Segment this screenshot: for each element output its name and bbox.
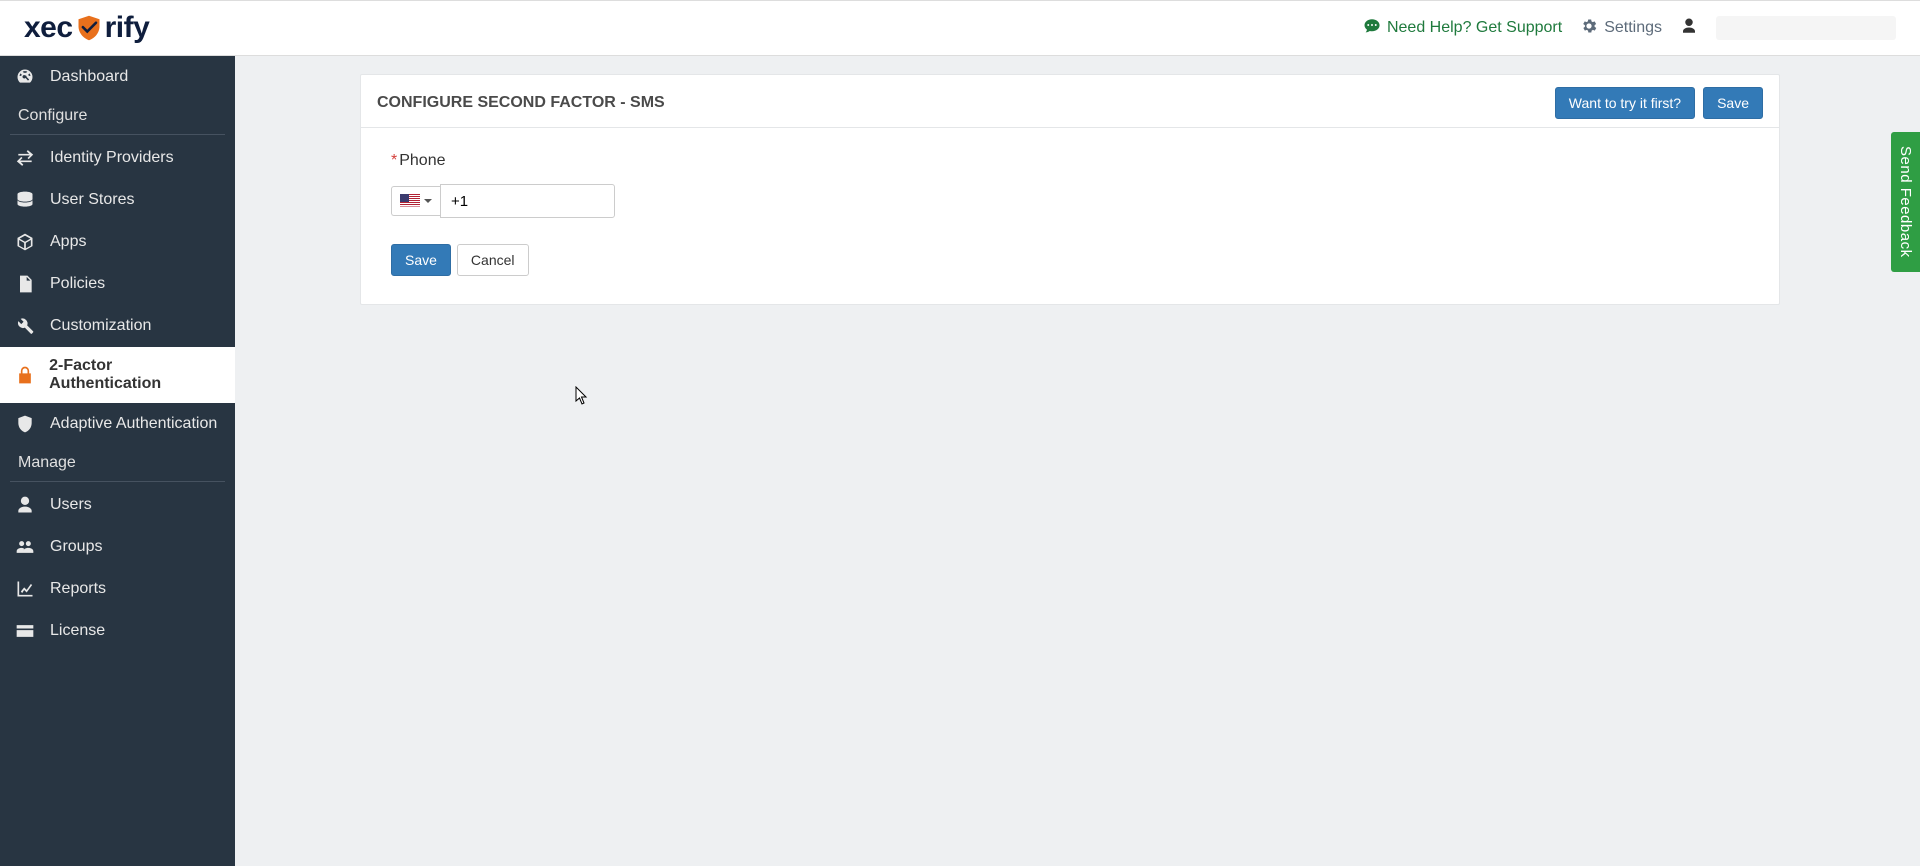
phone-input[interactable] [440, 184, 615, 218]
cube-icon [14, 231, 36, 253]
settings-link[interactable]: Settings [1580, 17, 1662, 40]
divider [10, 481, 225, 482]
try-first-button[interactable]: Want to try it first? [1555, 87, 1695, 119]
dashboard-icon [14, 66, 36, 88]
sidebar-item-label: Policies [50, 275, 105, 293]
sidebar-item-label: Adaptive Authentication [50, 415, 217, 433]
feedback-tab[interactable]: Send Feedback [1891, 132, 1920, 272]
save-button[interactable]: Save [391, 244, 451, 276]
card-icon [14, 620, 36, 642]
sidebar-item-label: Users [50, 496, 92, 514]
flag-icon [400, 194, 420, 208]
divider [10, 134, 225, 135]
country-selector[interactable] [391, 186, 440, 216]
brand-part2: rify [105, 11, 150, 45]
sidebar-item-user-stores[interactable]: User Stores [0, 179, 235, 221]
sidebar-item-users[interactable]: Users [0, 484, 235, 526]
sidebar-item-adaptive-auth[interactable]: Adaptive Authentication [0, 403, 235, 445]
sidebar-item-label: Apps [50, 233, 86, 251]
sidebar-item-dashboard[interactable]: Dashboard [0, 56, 235, 98]
sidebar-section-manage: Manage [0, 445, 235, 481]
chat-icon [1363, 17, 1381, 40]
sidebar: Dashboard Configure Identity Providers U… [0, 56, 235, 866]
sidebar-item-label: Reports [50, 580, 106, 598]
cancel-button[interactable]: Cancel [457, 244, 529, 276]
save-top-button[interactable]: Save [1703, 87, 1763, 119]
config-card: CONFIGURE SECOND FACTOR - SMS Want to tr… [360, 74, 1780, 305]
sidebar-item-policies[interactable]: Policies [0, 263, 235, 305]
sidebar-item-label: Customization [50, 317, 151, 335]
sidebar-item-2fa[interactable]: 2-Factor Authentication [0, 347, 235, 403]
sidebar-item-identity-providers[interactable]: Identity Providers [0, 137, 235, 179]
gear-icon [1580, 17, 1598, 40]
sidebar-item-groups[interactable]: Groups [0, 526, 235, 568]
sidebar-item-label: License [50, 622, 105, 640]
page-title: CONFIGURE SECOND FACTOR - SMS [377, 94, 665, 112]
sidebar-item-customization[interactable]: Customization [0, 305, 235, 347]
brand-logo[interactable]: xec rify [24, 11, 149, 45]
database-icon [14, 189, 36, 211]
sidebar-item-apps[interactable]: Apps [0, 221, 235, 263]
user-icon [14, 494, 36, 516]
user-icon[interactable] [1680, 17, 1698, 40]
chevron-down-icon [424, 199, 432, 203]
user-menu[interactable] [1716, 16, 1896, 40]
document-icon [14, 273, 36, 295]
help-link[interactable]: Need Help? Get Support [1363, 17, 1562, 40]
wrench-icon [14, 315, 36, 337]
sidebar-item-label: Groups [50, 538, 102, 556]
brand-part1: xec [24, 11, 73, 45]
sidebar-item-label: Identity Providers [50, 149, 174, 167]
sidebar-item-label: User Stores [50, 191, 134, 209]
group-icon [14, 536, 36, 558]
sidebar-item-label: 2-Factor Authentication [49, 357, 221, 393]
lock-icon [14, 364, 35, 386]
help-label: Need Help? Get Support [1387, 19, 1562, 37]
sidebar-item-reports[interactable]: Reports [0, 568, 235, 610]
phone-label: *Phone [391, 152, 1739, 170]
sidebar-item-label: Dashboard [50, 68, 128, 86]
shield-icon [75, 14, 103, 42]
chart-icon [14, 578, 36, 600]
sidebar-section-configure: Configure [0, 98, 235, 134]
sidebar-item-license[interactable]: License [0, 610, 235, 652]
main-content: CONFIGURE SECOND FACTOR - SMS Want to tr… [235, 56, 1920, 866]
shield-icon [14, 413, 36, 435]
settings-label: Settings [1604, 19, 1662, 37]
exchange-icon [14, 147, 36, 169]
